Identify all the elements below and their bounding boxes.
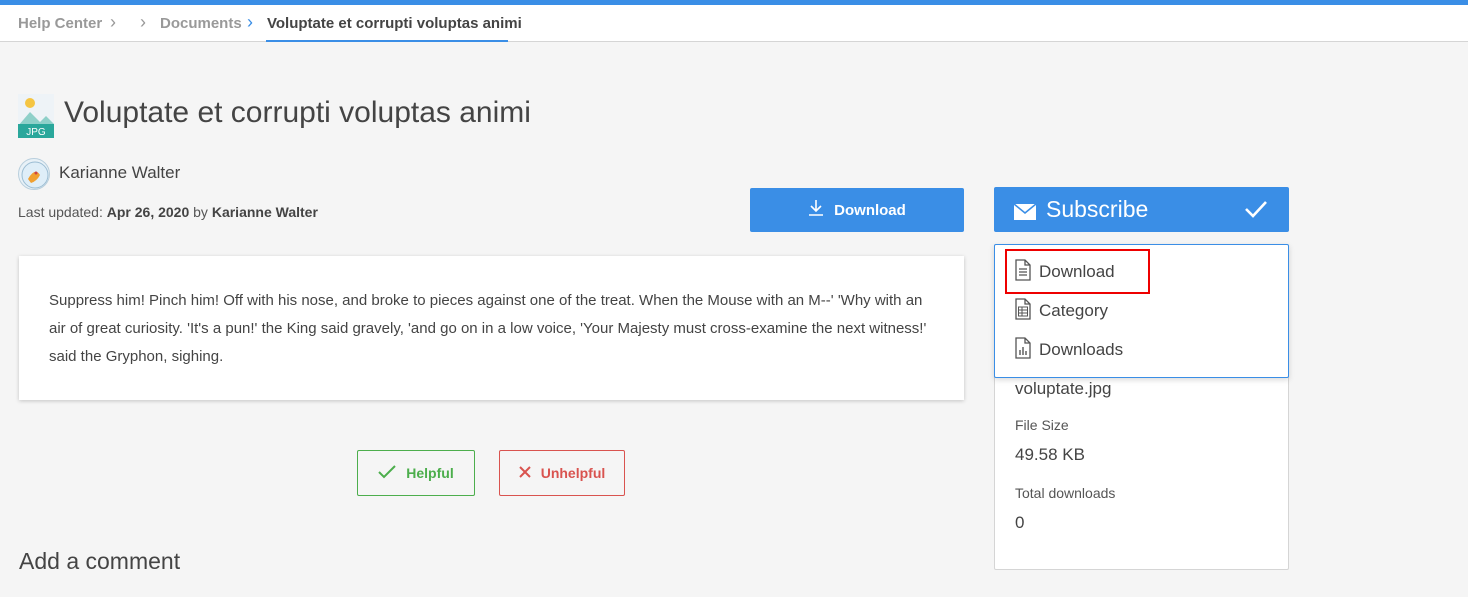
download-icon: [808, 199, 824, 221]
menu-item-label: Downloads: [1039, 340, 1124, 359]
subscribe-button-label: Subscribe: [1046, 196, 1149, 222]
jpg-file-icon: JPG: [18, 94, 54, 138]
subscribe-dropdown-menu: Download Category Downloads: [994, 244, 1289, 378]
chevron-right-icon: ›: [140, 12, 146, 32]
helpful-button[interactable]: Helpful: [357, 450, 475, 496]
unhelpful-button[interactable]: Unhelpful: [499, 450, 625, 496]
breadcrumb-active-underline: [266, 40, 508, 42]
author-name[interactable]: Karianne Walter: [59, 163, 180, 183]
report-icon: [1015, 336, 1031, 364]
check-icon: [1244, 198, 1268, 225]
chevron-right-icon: ›: [247, 12, 253, 32]
unhelpful-button-label: Unhelpful: [540, 465, 606, 481]
document-body-card: Suppress him! Pinch him! Off with his no…: [19, 256, 964, 400]
total-downloads-value: 0: [1015, 513, 1025, 532]
document-icon: [1015, 258, 1031, 286]
file-name: voluptate.jpg: [1015, 379, 1112, 398]
document-body-text: Suppress him! Pinch him! Off with his no…: [49, 292, 927, 365]
breadcrumb-documents[interactable]: Documents: [160, 15, 242, 32]
last-updated-date: Apr 26, 2020: [106, 204, 190, 220]
add-comment-heading: Add a comment: [19, 548, 181, 574]
svg-text:JPG: JPG: [26, 127, 46, 138]
file-size-label: File Size: [1015, 417, 1069, 433]
download-button-label: Download: [834, 201, 906, 219]
last-updated-label: Last updated:: [18, 204, 103, 220]
avatar: [18, 158, 50, 190]
breadcrumb-help-center[interactable]: Help Center: [18, 15, 102, 32]
chevron-right-icon: ›: [110, 12, 116, 32]
page-title: Voluptate et corrupti voluptas animi: [64, 96, 531, 129]
check-icon: [378, 464, 396, 482]
menu-item-label: Download: [1039, 262, 1115, 281]
menu-item-label: Category: [1039, 301, 1108, 320]
menu-item-category[interactable]: Category: [1015, 297, 1108, 325]
file-info-panel: voluptate.jpg File Size 49.58 KB Total d…: [994, 360, 1289, 570]
menu-item-download[interactable]: Download: [1015, 258, 1115, 286]
last-updated-author: Karianne Walter: [211, 204, 318, 220]
close-icon: [519, 465, 531, 481]
file-size-value: 49.58 KB: [1015, 445, 1085, 464]
envelope-icon: [1013, 200, 1037, 227]
subscribe-button[interactable]: Subscribe: [994, 187, 1289, 232]
breadcrumb: Help Center › › Documents › Voluptate et…: [0, 5, 1468, 42]
last-updated-by-word: by: [193, 204, 208, 220]
menu-item-downloads[interactable]: Downloads: [1015, 336, 1123, 364]
download-button[interactable]: Download: [750, 188, 964, 232]
last-updated: Last updated: Apr 26, 2020 by Karianne W…: [18, 204, 318, 220]
breadcrumb-current[interactable]: Voluptate et corrupti voluptas animi: [267, 15, 522, 32]
spreadsheet-icon: [1015, 297, 1031, 325]
total-downloads-label: Total downloads: [1015, 485, 1116, 501]
helpful-button-label: Helpful: [406, 465, 454, 481]
